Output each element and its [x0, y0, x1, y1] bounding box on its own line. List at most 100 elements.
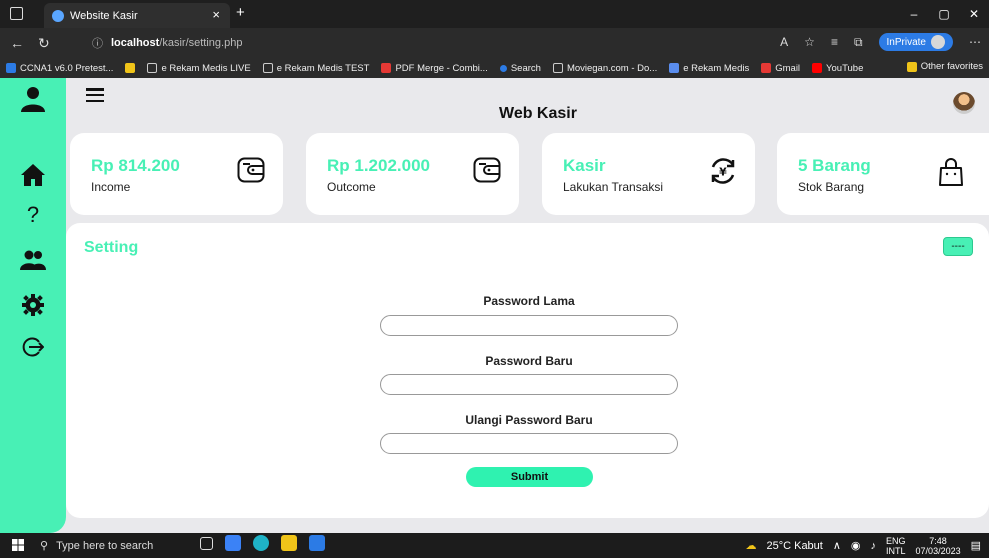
- app-header: Web Kasir: [66, 78, 989, 126]
- profile-avatar: [931, 35, 945, 49]
- card-value: Rp 1.202.000: [327, 156, 431, 175]
- stock-card: 5 Barang Stok Barang: [777, 133, 989, 215]
- card-label: Income: [91, 180, 131, 194]
- vscode-icon[interactable]: [309, 535, 325, 551]
- clock[interactable]: 7:48 07/03/2023: [916, 536, 961, 556]
- favorite-item[interactable]: e Rekam Medis TEST: [262, 63, 369, 74]
- windows-start-icon[interactable]: [12, 539, 24, 554]
- tab-close-icon[interactable]: ×: [212, 7, 220, 22]
- favorite-item[interactable]: Gmail: [761, 63, 800, 74]
- app-title: Web Kasir: [499, 105, 577, 122]
- tray-chevron-icon[interactable]: ∧: [833, 539, 841, 552]
- search-icon: [499, 64, 507, 72]
- confirm-password-input[interactable]: [380, 433, 678, 454]
- network-icon[interactable]: ◉: [851, 539, 861, 552]
- more-menu-icon[interactable]: ⋯: [969, 35, 981, 49]
- taskbar-apps: [200, 535, 325, 551]
- old-password-label: Password Lama: [483, 294, 575, 308]
- edge-icon[interactable]: [253, 535, 269, 551]
- favorite-item[interactable]: PDF Merge - Combi...: [381, 63, 488, 74]
- back-icon[interactable]: ←: [10, 35, 24, 51]
- task-view-icon[interactable]: [200, 536, 213, 550]
- card-label: Lakukan Transaksi: [563, 180, 664, 194]
- favorite-icon: [381, 63, 392, 73]
- card-value: 5 Barang: [798, 156, 871, 175]
- menu-toggle-icon[interactable]: [86, 88, 104, 102]
- logout-icon[interactable]: [0, 336, 66, 358]
- panel-action-button[interactable]: ----: [943, 237, 973, 256]
- avatar[interactable]: [953, 92, 975, 114]
- search-icon: ⚲: [40, 540, 49, 552]
- income-card: Rp 814.200 Income: [70, 133, 283, 215]
- page-icon: [147, 63, 158, 73]
- kasir-card[interactable]: Kasir Lakukan Transaksi ¥: [542, 133, 755, 215]
- other-favorites[interactable]: Other favorites: [906, 61, 983, 72]
- yen-exchange-icon: ¥: [709, 157, 737, 190]
- tab-favicon-icon: [52, 9, 64, 22]
- refresh-icon[interactable]: ↻: [38, 35, 50, 52]
- file-explorer-icon[interactable]: [281, 535, 297, 551]
- language-indicator[interactable]: ENG INTL: [886, 536, 906, 556]
- favorite-item[interactable]: Search: [499, 63, 541, 74]
- favorite-item[interactable]: e Rekam Medis LIVE: [147, 63, 251, 74]
- taskbar-search[interactable]: ⚲ Type here to search: [40, 533, 153, 558]
- help-icon[interactable]: ?: [0, 202, 66, 228]
- collections-icon[interactable]: ⧉: [854, 35, 863, 50]
- tab-title: Website Kasir: [70, 9, 138, 22]
- new-tab-button[interactable]: +: [236, 4, 245, 21]
- favorite-item[interactable]: [125, 63, 136, 73]
- new-password-label: Password Baru: [485, 354, 573, 368]
- address-bar-row: ← ↻ ⓘ localhost/kasir/setting.php A ☆ ≡ …: [0, 28, 989, 58]
- url-path: /kasir/setting.php: [159, 37, 243, 49]
- taskbar-search-placeholder: Type here to search: [56, 539, 154, 552]
- sidebar: ?: [0, 78, 66, 533]
- page-icon: [552, 63, 563, 73]
- inprivate-badge[interactable]: InPrivate: [878, 33, 953, 51]
- gear-icon[interactable]: [0, 294, 66, 316]
- weather-text[interactable]: 25°C Kabut: [766, 540, 822, 552]
- url-field[interactable]: ⓘ localhost/kasir/setting.php: [92, 32, 792, 54]
- system-tray: ☁ 25°C Kabut ∧ ◉ ♪ ENG INTL 7:48 07/03/202…: [745, 533, 981, 558]
- page-icon: [262, 63, 273, 73]
- gmail-icon: [761, 63, 772, 73]
- favorite-icon: [125, 63, 136, 73]
- add-favorite-icon[interactable]: ☆: [804, 35, 815, 49]
- volume-icon[interactable]: ♪: [871, 540, 877, 552]
- card-label: Stok Barang: [798, 180, 865, 194]
- favorite-item[interactable]: YouTube: [812, 63, 863, 74]
- user-icon[interactable]: [0, 86, 66, 112]
- favorite-item[interactable]: CCNA1 v6.0 Pretest...: [6, 63, 113, 74]
- browser-tab[interactable]: Website Kasir ×: [44, 3, 230, 28]
- url-host: localhost: [111, 37, 160, 49]
- outcome-card: Rp 1.202.000 Outcome: [306, 133, 519, 215]
- new-password-input[interactable]: [380, 374, 678, 395]
- card-label: Outcome: [327, 180, 376, 194]
- close-window-button[interactable]: ✕: [959, 0, 989, 28]
- favorites-icon[interactable]: ≡: [831, 35, 838, 49]
- confirm-password-label: Ulangi Password Baru: [465, 413, 593, 427]
- browser-titlebar: Website Kasir × + – ▢ ✕: [0, 0, 989, 28]
- submit-button[interactable]: Submit: [466, 467, 593, 487]
- os-taskbar: ⚲ Type here to search ☁ 25°C Kabut ∧ ◉ ♪…: [0, 533, 989, 558]
- read-aloud-icon[interactable]: A: [780, 35, 788, 49]
- youtube-icon: [812, 63, 823, 73]
- notifications-icon[interactable]: ▤: [971, 539, 981, 552]
- setting-panel: Setting ---- Password Lama Password Baru…: [66, 223, 989, 518]
- window-menu-icon[interactable]: [10, 7, 23, 20]
- minimize-button[interactable]: –: [899, 0, 929, 28]
- favorite-item[interactable]: Moviegan.com - Do...: [552, 63, 657, 74]
- window-controls: – ▢ ✕: [899, 0, 989, 28]
- users-icon[interactable]: [0, 250, 66, 270]
- wallet-icon: [237, 157, 265, 188]
- favorite-item[interactable]: e Rekam Medis: [669, 63, 749, 74]
- svg-text:¥: ¥: [719, 166, 727, 179]
- site-info-icon[interactable]: ⓘ: [92, 35, 103, 51]
- wallet-icon: [473, 157, 501, 188]
- weather-icon: ☁: [745, 540, 757, 552]
- home-icon[interactable]: [0, 164, 66, 186]
- old-password-input[interactable]: [380, 315, 678, 336]
- restore-button[interactable]: ▢: [929, 0, 959, 28]
- store-icon[interactable]: [225, 535, 241, 551]
- shopping-bag-icon: [938, 157, 964, 192]
- favorite-icon: [6, 63, 16, 73]
